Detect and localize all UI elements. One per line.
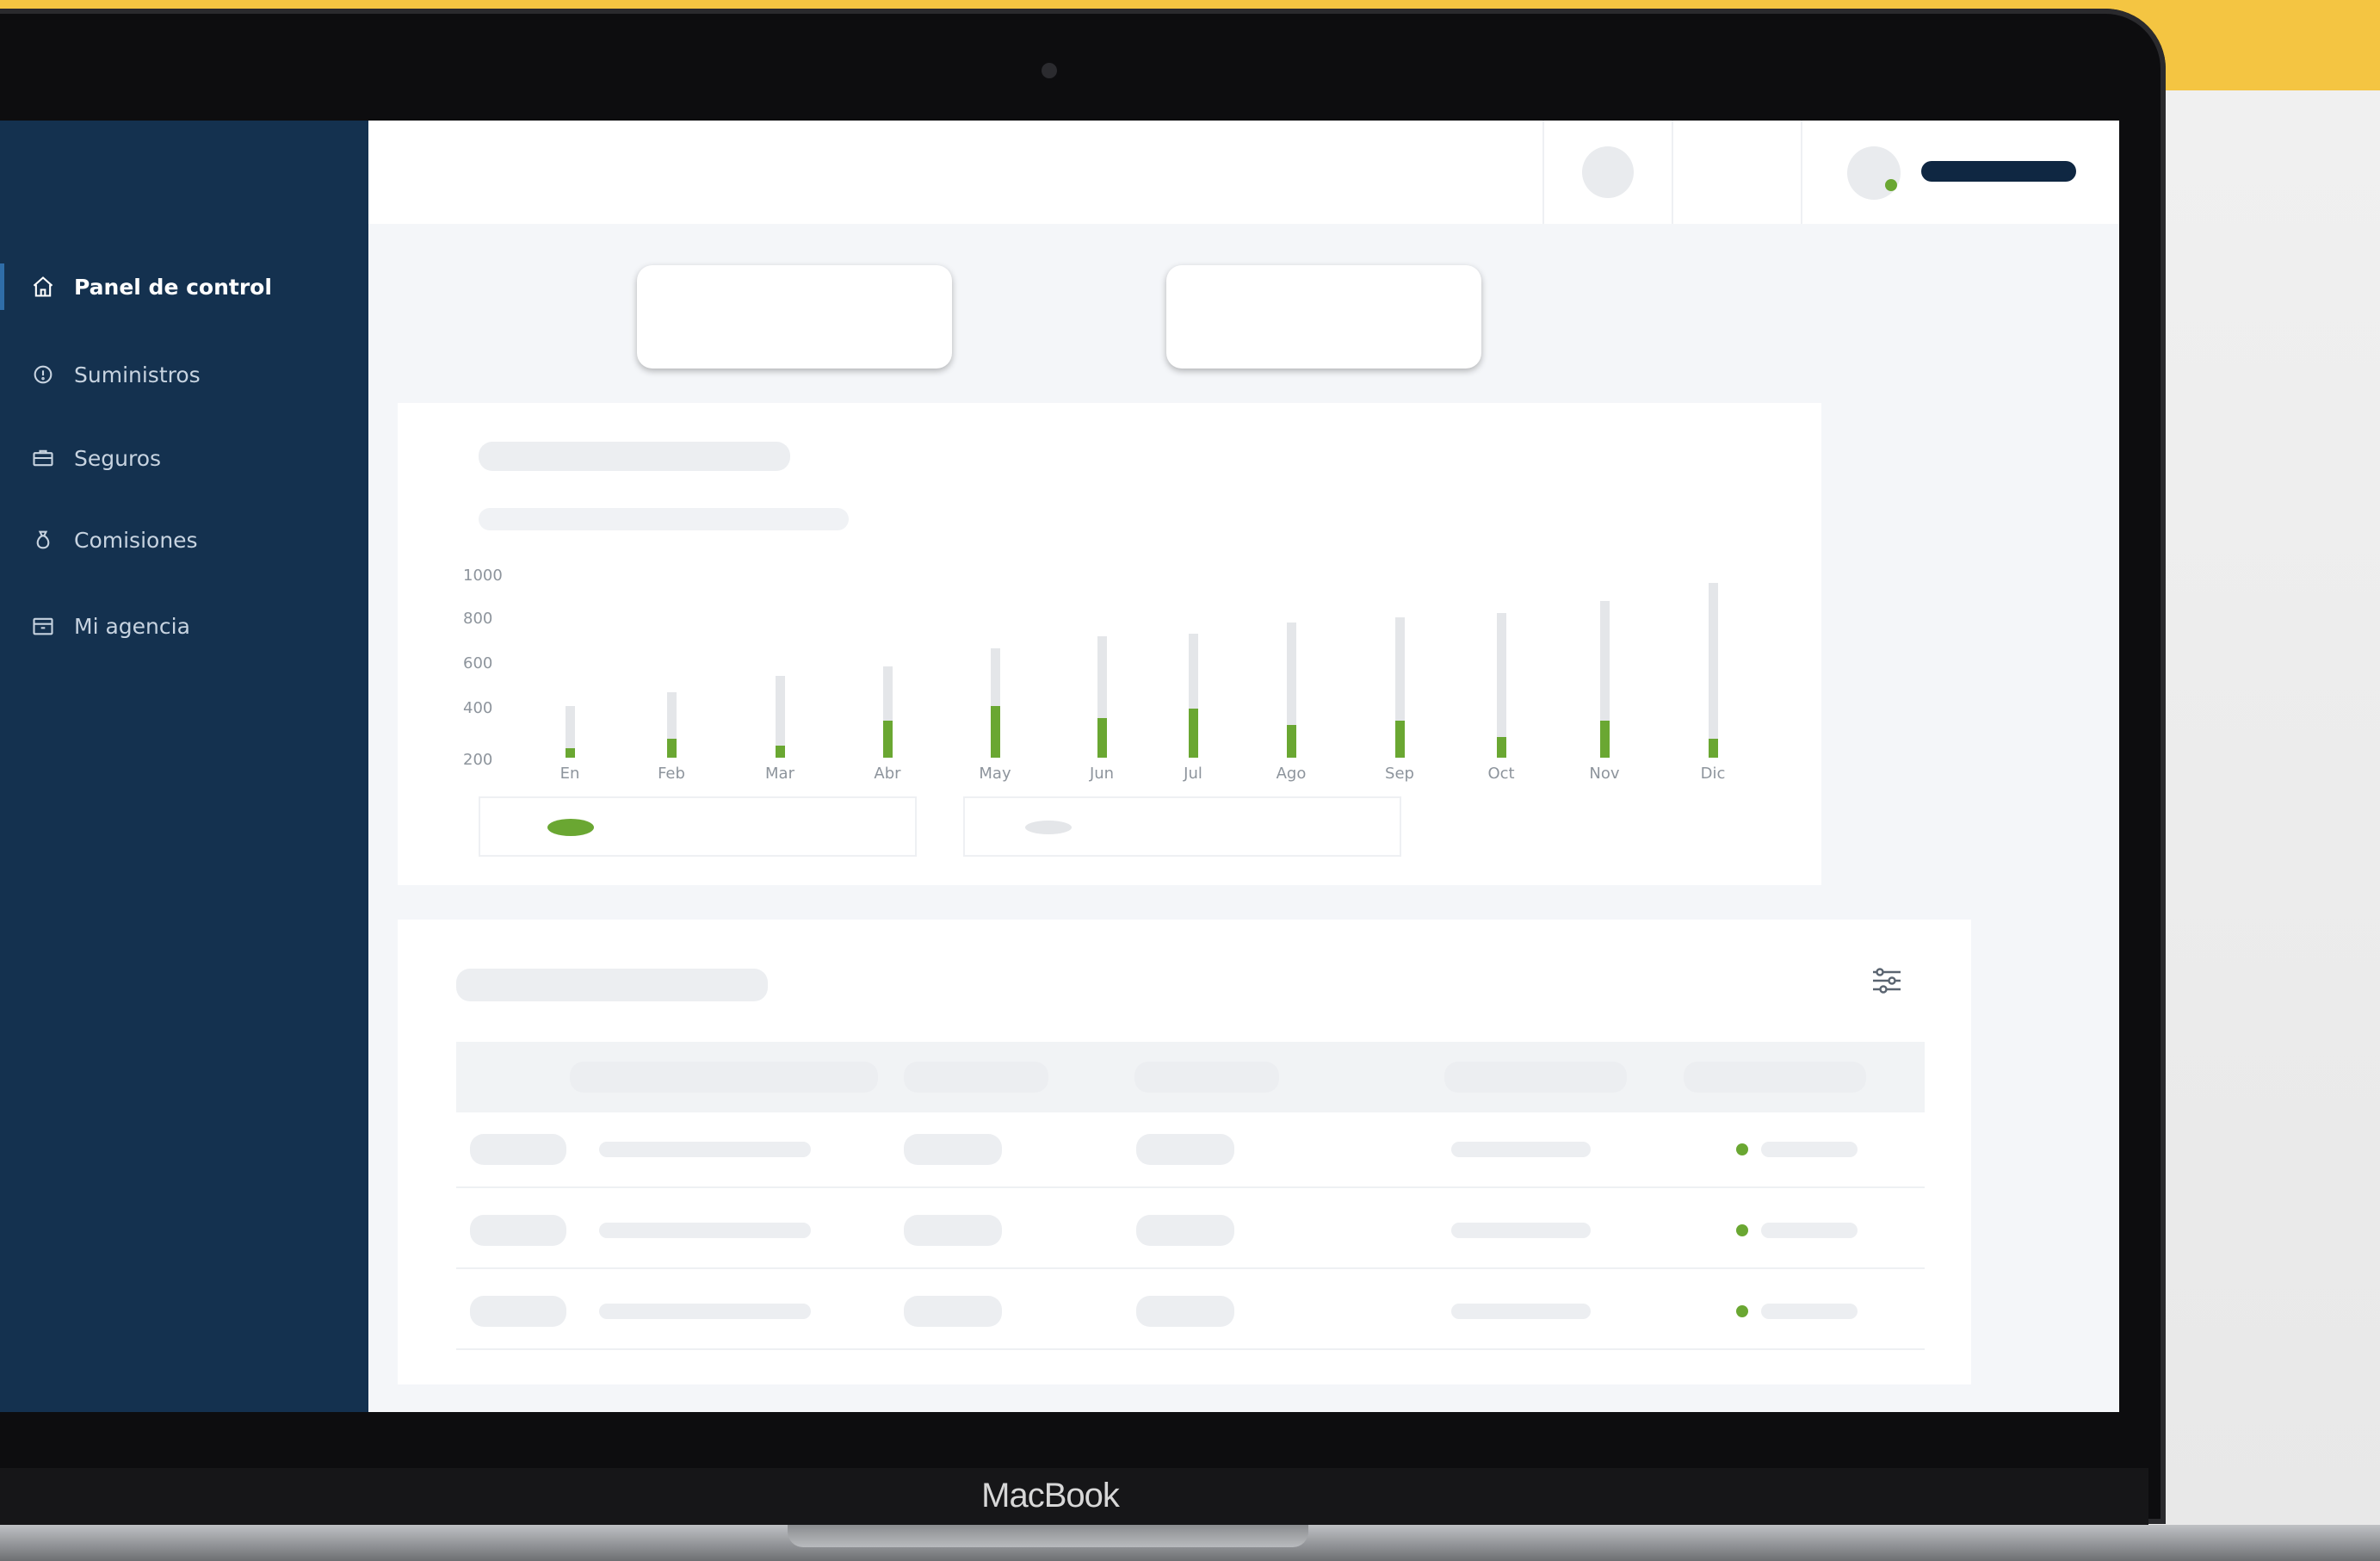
bar-value[interactable]	[1189, 709, 1198, 758]
sidebar-item-suministros[interactable]: Suministros	[0, 344, 368, 405]
y-tick-label: 1000	[463, 567, 503, 585]
chart-subtitle-placeholder	[479, 508, 849, 530]
money-bag-icon	[36, 530, 50, 549]
divider	[1542, 121, 1544, 224]
x-tick-label: May	[979, 765, 1011, 783]
bar-value[interactable]	[776, 746, 785, 758]
legend-swatch-green	[547, 819, 594, 836]
bar-value[interactable]	[1395, 720, 1405, 758]
x-tick-label: Ago	[1276, 765, 1307, 783]
user-name-placeholder[interactable]	[1921, 161, 2076, 182]
legend-item[interactable]	[963, 796, 1401, 857]
table-cell-placeholder	[470, 1215, 566, 1246]
column-header-placeholder	[904, 1062, 1048, 1093]
x-tick-label: Abr	[874, 765, 901, 783]
bar-value[interactable]	[667, 739, 677, 758]
x-tick-label: Jul	[1184, 765, 1202, 783]
table-cell-placeholder	[1136, 1296, 1234, 1327]
sidebar-item-label: Suministros	[74, 362, 201, 387]
table-cell-placeholder	[904, 1296, 1002, 1327]
filter-icon[interactable]	[1870, 966, 1904, 995]
table-cell-placeholder	[599, 1223, 811, 1238]
y-tick-label: 600	[463, 654, 493, 672]
table-cell-placeholder	[599, 1142, 811, 1157]
sidebar-item-comisiones[interactable]: Comisiones	[0, 510, 368, 570]
laptop-hinge-notch	[788, 1525, 1308, 1547]
y-tick-label: 400	[463, 699, 493, 717]
table-cell-placeholder	[470, 1296, 566, 1327]
kpi-card[interactable]	[637, 265, 952, 369]
status-dot	[1736, 1224, 1748, 1236]
app-screen: Panel de control Suministros Seguros Com…	[0, 121, 2119, 1412]
bar-value[interactable]	[883, 720, 893, 758]
bar-value[interactable]	[1600, 720, 1610, 758]
table-cell-placeholder	[1761, 1223, 1858, 1238]
camera-icon	[1042, 63, 1057, 78]
sidebar-item-label: Mi agencia	[74, 613, 190, 639]
sidebar-item-label: Seguros	[74, 445, 162, 471]
legend-item[interactable]	[479, 796, 917, 857]
bar-value[interactable]	[1287, 725, 1296, 758]
x-tick-label: Sep	[1385, 765, 1414, 783]
table-cell-placeholder	[904, 1215, 1002, 1246]
y-tick-label: 800	[463, 610, 493, 628]
device-brand-label: MacBook	[981, 1477, 1120, 1515]
sidebar: Panel de control Suministros Seguros Com…	[0, 121, 368, 1412]
bar-value[interactable]	[566, 748, 575, 758]
sidebar-item-mi-agencia[interactable]: Mi agencia	[0, 596, 368, 656]
column-header-placeholder	[1684, 1062, 1866, 1093]
status-dot	[1736, 1305, 1748, 1317]
table-cell-placeholder	[1761, 1304, 1858, 1319]
bar-value[interactable]	[1497, 736, 1506, 758]
table-cell-placeholder	[1761, 1142, 1858, 1157]
sidebar-item-panel-de-control[interactable]: Panel de control	[0, 257, 368, 317]
table-cell-placeholder	[904, 1134, 1002, 1165]
kpi-card[interactable]	[1166, 265, 1481, 369]
x-tick-label: Dic	[1700, 765, 1726, 783]
column-header-placeholder	[1444, 1062, 1627, 1093]
sidebar-item-seguros[interactable]: Seguros	[0, 428, 368, 488]
status-dot	[1736, 1143, 1748, 1155]
bar-value[interactable]	[1097, 717, 1107, 758]
x-tick-label: En	[559, 765, 580, 783]
briefcase-icon	[33, 449, 53, 467]
bar-value[interactable]	[991, 706, 1000, 758]
avatar[interactable]	[1847, 146, 1901, 200]
column-header-placeholder	[1134, 1062, 1279, 1093]
x-tick-label: Jun	[1089, 765, 1115, 783]
table-cell-placeholder	[470, 1134, 566, 1165]
legend-swatch-grey	[1025, 821, 1072, 834]
table-cell-placeholder	[1136, 1215, 1234, 1246]
bar-value[interactable]	[1709, 739, 1718, 758]
table-cell-placeholder	[1451, 1223, 1591, 1238]
notification-button[interactable]	[1582, 146, 1634, 198]
divider	[1801, 121, 1802, 224]
x-tick-label: Mar	[765, 765, 794, 783]
chart-title-placeholder	[479, 442, 790, 471]
table-title-placeholder	[456, 969, 768, 1001]
table-cell-placeholder	[1451, 1304, 1591, 1319]
bar-total[interactable]	[1709, 582, 1718, 758]
home-icon	[33, 276, 53, 297]
active-indicator	[0, 263, 4, 310]
x-tick-label: Feb	[658, 765, 685, 783]
divider	[1672, 121, 1673, 224]
y-tick-label: 200	[463, 751, 493, 769]
table-cell-placeholder	[599, 1304, 811, 1319]
column-header-placeholder	[570, 1062, 878, 1093]
table-cell-placeholder	[1451, 1142, 1591, 1157]
sidebar-item-label: Panel de control	[74, 274, 272, 300]
x-tick-label: Oct	[1487, 765, 1515, 783]
calendar-icon	[33, 617, 53, 635]
info-circle-icon	[34, 365, 53, 384]
sidebar-item-label: Comisiones	[74, 527, 198, 553]
online-status-dot	[1885, 179, 1897, 191]
table-cell-placeholder	[1136, 1134, 1234, 1165]
x-tick-label: Nov	[1589, 765, 1620, 783]
